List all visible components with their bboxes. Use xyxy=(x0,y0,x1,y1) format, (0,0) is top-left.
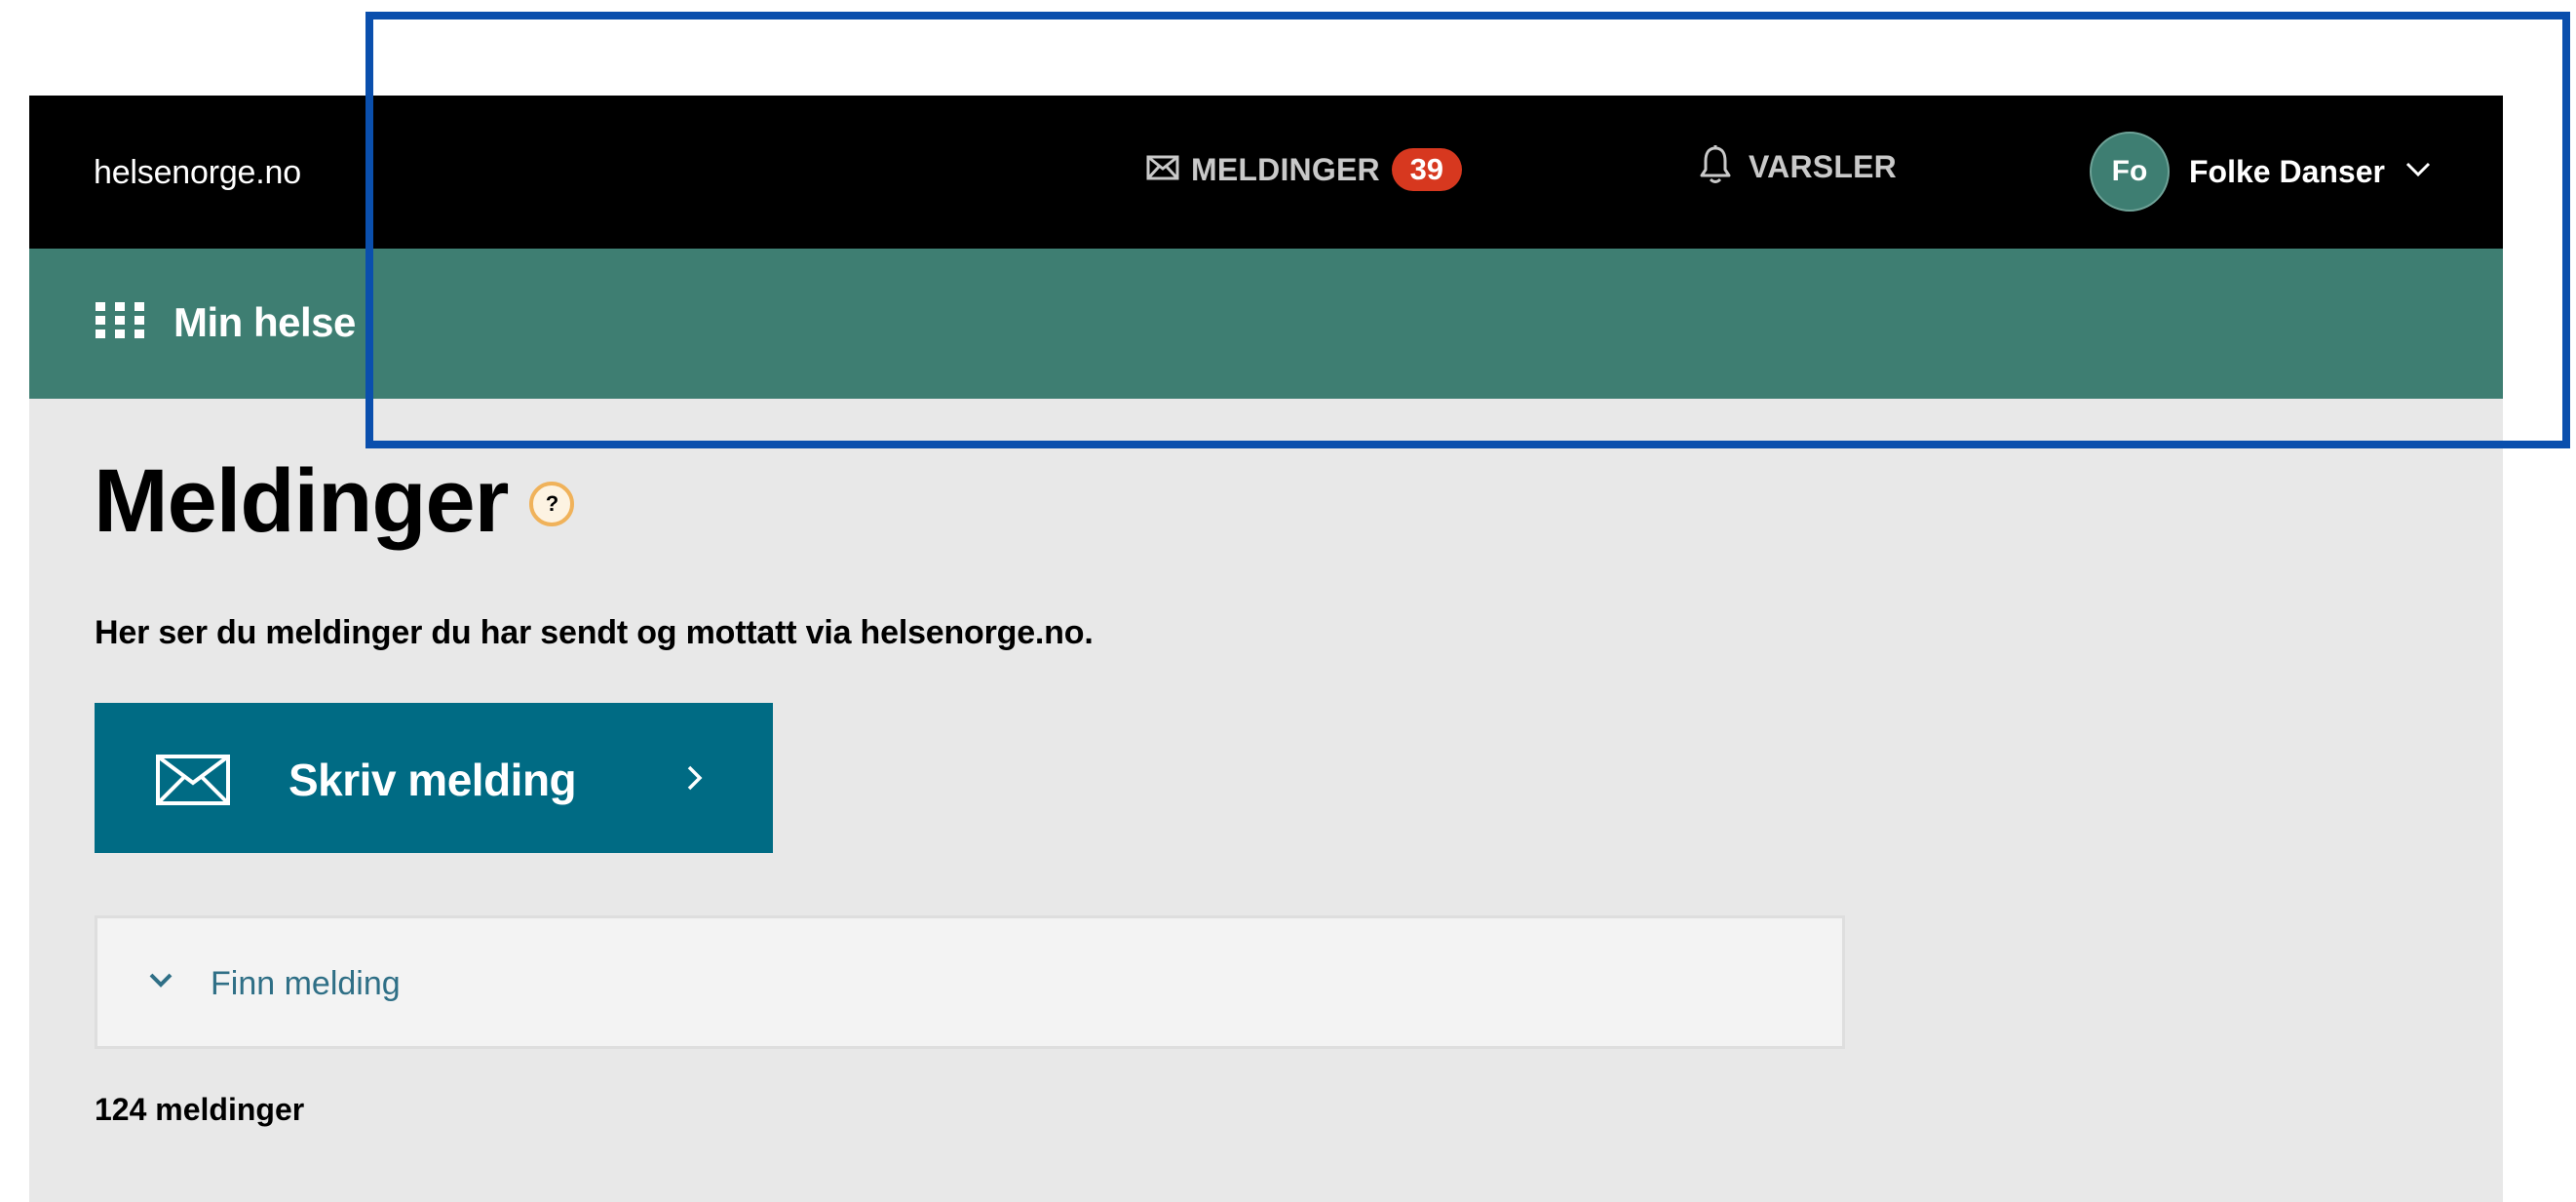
grid-icon xyxy=(96,301,148,344)
help-icon[interactable]: ? xyxy=(529,482,575,526)
nav-alerts-link[interactable]: VARSLER xyxy=(1698,144,1897,190)
write-message-button[interactable]: Skriv melding xyxy=(95,703,773,853)
avatar: Fo xyxy=(2090,132,2170,212)
app-frame: helsenorge.no MELDINGER 39 VARSLER Fo Fo… xyxy=(29,96,2503,1202)
envelope-icon xyxy=(1146,155,1179,185)
bell-icon xyxy=(1698,144,1733,190)
page-title-row: Meldinger ? xyxy=(94,451,575,551)
intro-text: Her ser du meldinger du har sendt og mot… xyxy=(95,614,1094,651)
section-bar: Min helse xyxy=(29,249,2503,399)
page-title: Meldinger xyxy=(94,451,509,551)
nav-messages-link[interactable]: MELDINGER 39 xyxy=(1146,148,1462,191)
min-helse-label: Min helse xyxy=(173,299,356,345)
brand-logo-text[interactable]: helsenorge.no xyxy=(94,154,301,192)
nav-alerts-label: VARSLER xyxy=(1749,149,1897,184)
envelope-icon xyxy=(155,754,231,811)
chevron-right-icon xyxy=(684,759,706,801)
message-count: 124 meldinger xyxy=(95,1092,305,1127)
nav-messages-label: MELDINGER xyxy=(1191,151,1380,187)
chevron-down-icon xyxy=(2404,161,2432,183)
chevron-down-icon xyxy=(148,972,173,994)
find-message-expander[interactable]: Finn melding xyxy=(95,915,1845,1049)
user-menu-button[interactable]: Fo Folke Danser xyxy=(2090,132,2432,212)
messages-count-badge: 39 xyxy=(1391,148,1462,191)
user-name: Folke Danser xyxy=(2189,153,2385,189)
find-message-label: Finn melding xyxy=(211,965,401,1002)
write-message-label: Skriv melding xyxy=(288,755,577,805)
min-helse-menu-button[interactable]: Min helse xyxy=(96,299,356,346)
top-navigation-bar: helsenorge.no MELDINGER 39 VARSLER Fo Fo… xyxy=(29,96,2503,249)
